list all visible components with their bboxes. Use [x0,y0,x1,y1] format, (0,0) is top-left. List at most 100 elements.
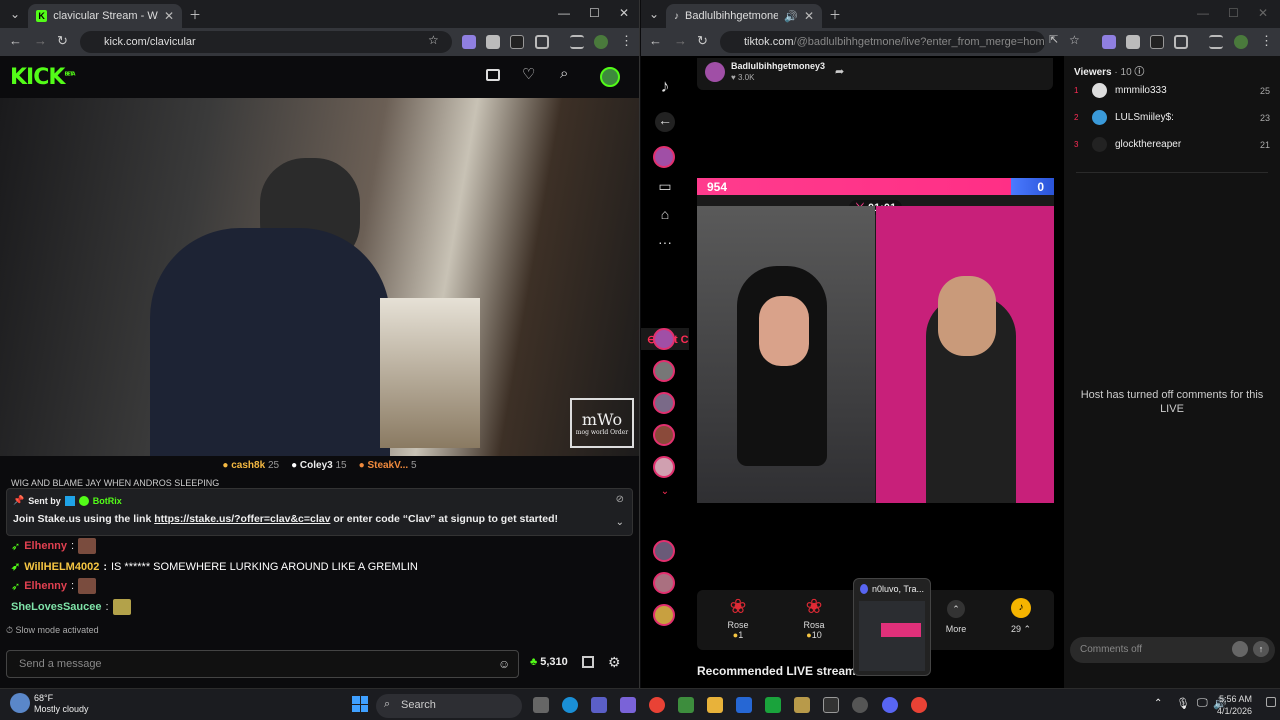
chat-username[interactable]: Elhenny [24,540,67,552]
following-heart-icon[interactable]: ♡ [522,65,535,83]
show-more-chevron-icon[interactable]: ⌄ [655,486,675,506]
more-dots-icon[interactable]: ··· [655,234,675,254]
browser-menu-icon[interactable]: ⋮ [620,33,633,49]
task-view-icon[interactable] [533,697,549,713]
reading-list-icon[interactable] [1209,35,1223,49]
leader-1[interactable]: ● cash8k 25 [222,460,279,478]
new-tab-icon[interactable]: ＋ [826,5,844,23]
close-window-icon[interactable]: ✕ [619,6,629,20]
extension-me-icon[interactable] [510,35,524,49]
share-arrow-icon[interactable]: ➦ [835,65,844,78]
tray-chevron-icon[interactable]: ⌃ [1154,698,1162,709]
start-windows-icon[interactable] [352,696,368,712]
audio-playing-icon[interactable]: 🔊 [784,10,798,23]
chrome-icon[interactable] [649,697,665,713]
maximize-icon[interactable]: ☐ [1228,6,1239,20]
copilot-icon[interactable] [620,697,636,713]
weather-icon[interactable] [10,693,30,713]
browse-icon[interactable] [486,69,500,81]
collapse-back-icon[interactable]: ← [655,112,675,132]
host-avatar[interactable] [705,62,725,82]
microphone-icon[interactable]: 🎙 [1176,697,1190,710]
leader-3[interactable]: ● SteakV... 5 [359,460,417,478]
expand-chevron-icon[interactable]: ⌄ [616,517,624,528]
tab-kick[interactable]: K clavicular Stream - Watch Live on Kick… [28,4,182,28]
close-tab-icon[interactable]: ✕ [164,9,174,23]
reading-list-icon[interactable] [570,35,584,49]
unpin-icon[interactable]: ⊘ [616,494,624,505]
extension-icon[interactable] [462,35,476,49]
extensions-puzzle-icon[interactable] [535,35,549,49]
send-arrow-icon[interactable]: ↑ [1253,641,1269,657]
profile-avatar-icon[interactable] [1234,35,1248,49]
pinned-author[interactable]: BotRix [93,496,122,506]
emoji-icon[interactable]: ☺ [498,657,510,671]
extension-cloud-icon[interactable] [486,35,500,49]
store-icon[interactable] [582,656,594,668]
minimize-icon[interactable]: — [1197,6,1209,20]
url-field[interactable]: kick.com/clavicular [80,31,452,53]
tab-search-icon[interactable]: ⌄ [645,5,663,23]
viewer-row[interactable]: 1 mmmilo333 25 [1074,83,1270,98]
kick-logo[interactable]: KICKBETA [10,65,76,90]
edge-icon[interactable] [562,697,578,713]
back-icon[interactable]: ← [9,33,22,48]
forward-icon[interactable]: → [34,33,47,48]
minimize-icon[interactable]: — [558,6,570,20]
search-icon[interactable]: ⌕ [560,65,568,82]
pinned-link[interactable]: https://stake.us/?offer=clav&c=clav [154,513,330,525]
emoji-icon[interactable] [1232,641,1248,657]
forward-icon[interactable]: → [674,33,687,48]
extension-me-icon[interactable] [1150,35,1164,49]
word-icon[interactable] [736,697,752,713]
open-in-app-icon[interactable]: ⇱ [1049,33,1058,46]
chrome-active-icon[interactable] [911,697,927,713]
channel-points[interactable]: ♣ 5,310 [530,656,568,668]
battle-view[interactable]: 9540 ⚔ 01:01 [697,178,1054,503]
live-avatar-6[interactable] [653,540,675,562]
live-avatar-5[interactable] [653,456,675,478]
back-icon[interactable]: ← [649,33,662,48]
close-tab-icon[interactable]: ✕ [804,9,814,23]
gift-rose[interactable]: ❀ Rose ●1 [713,596,763,640]
host-name[interactable]: Badlulbihhgetmoney3 [731,61,825,71]
tiktok-logo-icon[interactable]: ♪ [655,76,675,96]
live-avatar-1[interactable] [653,328,675,350]
user-avatar[interactable] [600,67,620,87]
explore-icon[interactable]: ⌂ [655,206,675,226]
url-field[interactable]: tiktok.com/@badlulbihhgetmone/live?enter… [720,31,1045,53]
live-video-icon[interactable]: ▭ [655,178,675,198]
sidebar-host-avatar[interactable] [653,146,675,168]
chat-username[interactable]: SheLovesSaucee [11,601,102,613]
reload-icon[interactable]: ↻ [57,33,68,49]
store-icon[interactable] [678,697,694,713]
extension-cloud-icon[interactable] [1126,35,1140,49]
live-avatar-8[interactable] [653,604,675,626]
live-avatar-4[interactable] [653,424,675,446]
chat-settings-gear-icon[interactable]: ⚙ [608,654,621,671]
coins-balance[interactable]: ♪ 29 ⌃ [996,596,1046,635]
weather-widget[interactable]: 68°F Mostly cloudy [34,693,89,715]
maximize-icon[interactable]: ☐ [589,6,600,20]
profile-avatar-icon[interactable] [594,35,608,49]
file-explorer-icon[interactable] [707,697,723,713]
network-icon[interactable]: 🖵 [1197,697,1208,710]
notifications-icon[interactable] [1266,697,1276,707]
live-avatar-3[interactable] [653,392,675,414]
app-icon[interactable] [794,697,810,713]
epic-games-icon[interactable] [823,697,839,713]
taskbar-search[interactable]: ⌕ Search [376,694,522,718]
teams-icon[interactable] [591,697,607,713]
taskbar-preview-popup[interactable]: n0luvo, Tra... [853,578,931,676]
tab-tiktok[interactable]: ♪ Badlulbihhgetmoney3 (@badlulbihhgetmon… [666,4,822,28]
live-avatar-2[interactable] [653,360,675,382]
chat-username[interactable]: WillHELM4002 [24,561,99,573]
bookmark-star-icon[interactable]: ☆ [428,33,439,47]
chat-input[interactable]: Send a message [6,650,519,678]
viewer-row[interactable]: 2 LULSmiiley$: 23 [1074,110,1270,125]
stream-video[interactable]: mWo mog world Order [0,98,639,456]
viewer-row[interactable]: 3 glockthereaper 21 [1074,137,1270,152]
close-window-icon[interactable]: ✕ [1258,6,1268,20]
leader-2[interactable]: ● Coley3 15 [291,460,347,478]
system-clock[interactable]: 5:56 AM 4/1/2026 [1217,693,1252,717]
